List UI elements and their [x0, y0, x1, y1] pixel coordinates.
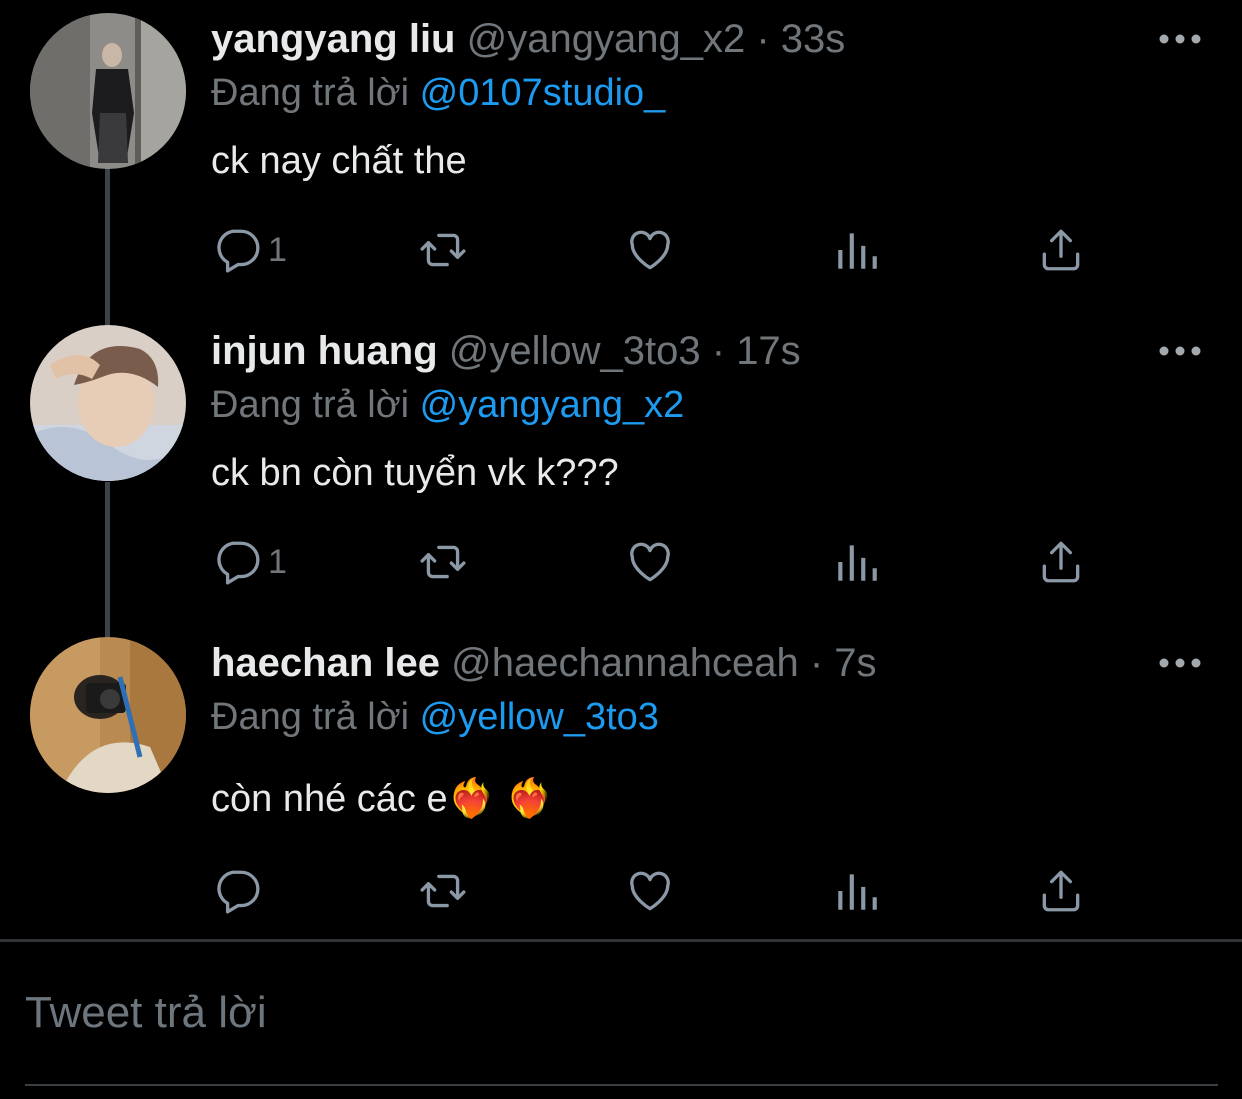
analytics-icon: [838, 233, 877, 269]
tweet-header: injun huang @yellow_3to3 · 17s: [211, 327, 801, 375]
analytics-button[interactable]: [832, 220, 882, 280]
tweet-text: ck nay chất the: [211, 140, 467, 182]
display-name[interactable]: yangyang liu: [211, 17, 456, 61]
replying-to: Đang trả lời @0107studio_: [211, 70, 665, 116]
like-button[interactable]: [625, 532, 675, 592]
reply-icon: [217, 541, 260, 585]
separator: ·: [756, 17, 770, 61]
tweet-2[interactable]: injun huang @yellow_3to3 · 17s Đang trả …: [0, 325, 1242, 607]
replying-to-label: Đang trả lời: [211, 696, 410, 738]
share-button[interactable]: [1036, 220, 1086, 280]
replying-to-label: Đang trả lời: [211, 384, 410, 426]
retweet-button[interactable]: [418, 532, 468, 592]
analytics-button[interactable]: [832, 532, 882, 592]
reply-mention[interactable]: @yangyang_x2: [420, 384, 685, 426]
display-name[interactable]: injun huang: [211, 329, 438, 373]
action-bar: 1: [0, 532, 1242, 592]
avatar[interactable]: [30, 13, 186, 169]
divider: [0, 939, 1242, 942]
share-button[interactable]: [1036, 532, 1086, 592]
user-handle[interactable]: @yellow_3to3: [449, 329, 701, 373]
more-icon[interactable]: [1158, 341, 1202, 361]
reply-mention[interactable]: @yellow_3to3: [420, 696, 659, 738]
reply-icon: [217, 229, 260, 273]
retweet-icon: [420, 545, 466, 579]
reply-button[interactable]: [212, 861, 268, 921]
share-button[interactable]: [1036, 861, 1086, 921]
reply-button[interactable]: 1: [212, 532, 287, 592]
display-name[interactable]: haechan lee: [211, 641, 440, 685]
analytics-icon: [838, 874, 877, 910]
tweet-header: haechan lee @haechannahceah · 7s: [211, 639, 877, 687]
retweet-button[interactable]: [418, 861, 468, 921]
action-bar: [0, 861, 1242, 921]
separator: ·: [711, 329, 726, 373]
user-handle[interactable]: @yangyang_x2: [467, 17, 746, 61]
reply-compose-input[interactable]: Tweet trả lời: [25, 988, 267, 1038]
tweet-text: ck bn còn tuyển vk k???: [211, 452, 619, 494]
user-handle[interactable]: @haechannahceah: [451, 641, 799, 685]
avatar[interactable]: [30, 325, 186, 481]
tweet-1[interactable]: yangyang liu @yangyang_x2 · 33s Đang trả…: [0, 13, 1242, 295]
more-icon[interactable]: [1158, 29, 1202, 49]
action-bar: 1: [0, 220, 1242, 280]
analytics-icon: [838, 545, 877, 581]
retweet-icon: [420, 874, 466, 908]
tweet-header: yangyang liu @yangyang_x2 · 33s: [211, 15, 845, 63]
like-icon: [630, 542, 670, 582]
reply-button[interactable]: 1: [212, 220, 287, 280]
share-icon: [1042, 229, 1080, 271]
reply-icon: [217, 870, 260, 914]
like-button[interactable]: [625, 861, 675, 921]
tweet-text: còn nhé các e❤️‍🔥 ❤️‍🔥: [211, 778, 553, 820]
like-button[interactable]: [625, 220, 675, 280]
replying-to: Đang trả lời @yangyang_x2: [211, 382, 684, 428]
reply-count: 1: [268, 230, 287, 269]
like-icon: [630, 230, 670, 270]
timestamp[interactable]: 17s: [736, 329, 801, 373]
like-icon: [630, 871, 670, 911]
retweet-button[interactable]: [418, 220, 468, 280]
avatar[interactable]: [30, 637, 186, 793]
replying-to: Đang trả lời @yellow_3to3: [211, 694, 659, 740]
timestamp[interactable]: 7s: [834, 641, 876, 685]
share-icon: [1042, 870, 1080, 912]
more-icon[interactable]: [1158, 653, 1202, 673]
reply-count: 1: [268, 542, 287, 581]
analytics-button[interactable]: [832, 861, 882, 921]
separator: ·: [809, 641, 824, 685]
timestamp[interactable]: 33s: [781, 17, 846, 61]
reply-mention[interactable]: @0107studio_: [420, 72, 666, 114]
retweet-icon: [420, 233, 466, 267]
replying-to-label: Đang trả lời: [211, 72, 410, 114]
tweet-3[interactable]: haechan lee @haechannahceah · 7s Đang tr…: [0, 637, 1242, 929]
share-icon: [1042, 541, 1080, 583]
compose-underline: [25, 1084, 1218, 1086]
